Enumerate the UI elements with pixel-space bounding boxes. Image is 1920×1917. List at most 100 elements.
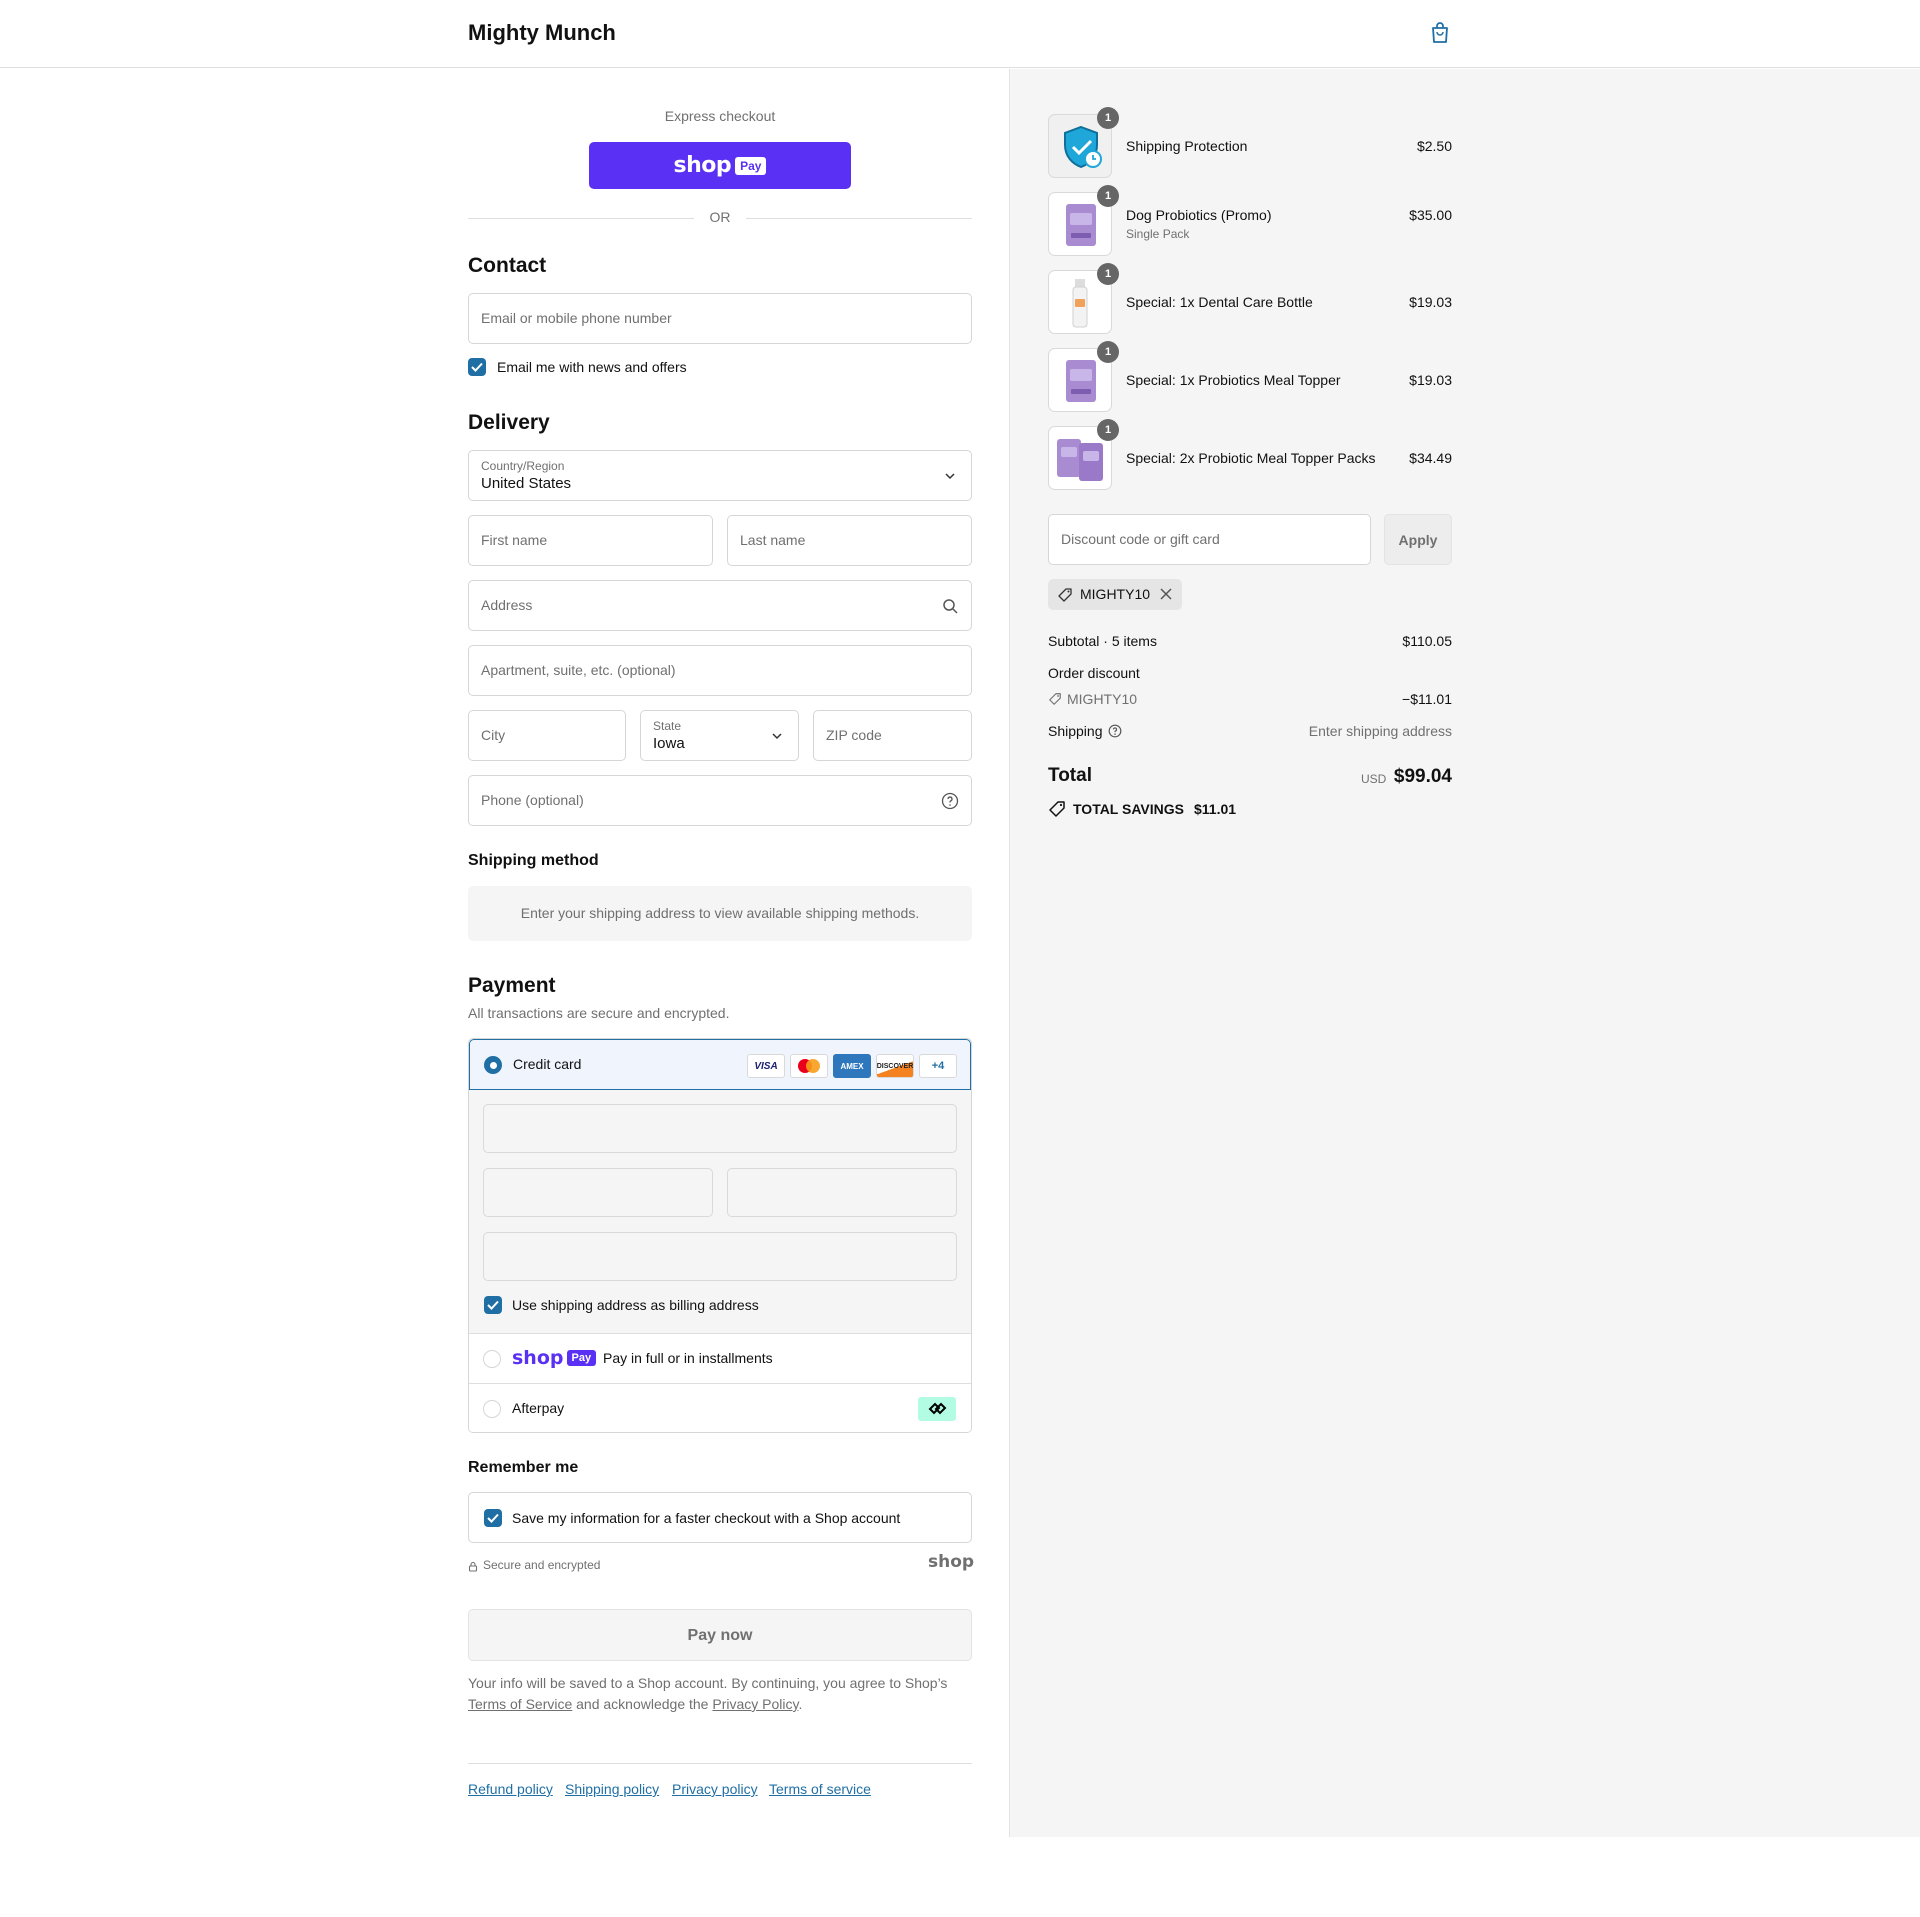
discount-placeholder: Discount code or gift card [1061,531,1220,547]
card-name-field[interactable] [483,1232,957,1281]
checkmark-icon [471,362,483,372]
dental-bottle-image: 1 [1048,263,1119,334]
first-name-field[interactable]: First name [468,515,713,566]
shop-pay-logo-word: shop [673,153,732,178]
shipping-label: Shipping [1048,723,1103,739]
quantity-badge: 1 [1097,107,1119,129]
order-discount-row: Order discount [1048,665,1452,681]
card-cvv-field[interactable] [727,1168,957,1217]
shopping-bag-icon[interactable] [1428,20,1452,46]
payment-subtitle: All transactions are secure and encrypte… [468,1005,730,1021]
country-select[interactable]: Country/Region United States [468,450,972,501]
email-field[interactable]: Email or mobile phone number [468,293,972,344]
item-price: $2.50 [1416,138,1452,154]
credit-card-label: Credit card [513,1056,582,1072]
item-price: $35.00 [1409,207,1452,223]
shop-pay-logo: shop Pay [512,1347,597,1369]
item-name: Dog Probiotics (Promo) [1126,207,1272,223]
zip-placeholder: ZIP code [826,727,882,743]
visa-icon: VISA [747,1054,785,1078]
shipping-method-note: Enter your shipping address to view avai… [468,886,972,941]
zip-field[interactable]: ZIP code [813,710,972,761]
credit-card-option[interactable]: Credit card VISA AMEX DISCOVER +4 [469,1039,971,1090]
item-name: Special: 2x Probiotic Meal Topper Packs [1126,450,1376,466]
city-field[interactable]: City [468,710,626,761]
delivery-heading: Delivery [468,411,550,434]
card-expiry-field[interactable] [483,1168,713,1217]
shop-privacy-link[interactable]: Privacy Policy [712,1696,798,1712]
address-field[interactable]: Address [468,580,972,631]
shop-pay-logo-word: shop [512,1347,564,1369]
quantity-badge: 1 [1097,185,1119,207]
country-value: United States [481,475,572,492]
legal-text-2: and acknowledge the [576,1696,709,1712]
apply-button[interactable]: Apply [1384,514,1452,565]
checkmark-icon [487,1300,499,1310]
shop-pay-label: Pay in full or in installments [603,1350,773,1366]
item-name: Shipping Protection [1126,138,1248,154]
state-label: State [653,719,682,733]
city-placeholder: City [481,727,506,743]
line-item: 1 Dog Probiotics (Promo) Single Pack $35… [1048,185,1452,256]
quantity-badge: 1 [1097,341,1119,363]
privacy-policy-link[interactable]: Privacy policy [672,1781,758,1797]
close-icon[interactable] [1159,587,1173,604]
discount-code-label: MIGHTY10 [1067,691,1138,707]
afterpay-radio[interactable] [483,1400,501,1418]
shipping-value: Enter shipping address [1308,723,1452,739]
chevron-down-icon [941,467,959,485]
last-name-field[interactable]: Last name [727,515,972,566]
card-number-field[interactable] [483,1104,957,1153]
help-circle-icon[interactable] [1108,724,1122,741]
phone-field[interactable]: Phone (optional) [468,775,972,826]
credit-card-form: Use shipping address as billing address [469,1090,971,1333]
applied-discount-chip: MIGHTY10 [1048,579,1182,610]
probiotics-pouch-image: 1 [1048,185,1119,256]
shipping-method-heading: Shipping method [468,852,599,869]
billing-same-checkbox[interactable] [484,1296,502,1314]
save-info-checkbox[interactable] [484,1509,502,1527]
more-cards-badge: +4 [919,1054,957,1078]
order-summary-panel [1009,69,1920,1837]
shop-pay-radio[interactable] [483,1350,501,1368]
quantity-badge: 1 [1097,263,1119,285]
discount-code-field[interactable]: Discount code or gift card [1048,514,1371,565]
country-label: Country/Region [481,459,565,473]
credit-card-radio[interactable] [484,1056,502,1074]
shop-pay-option[interactable]: shop Pay Pay in full or in installments [469,1333,971,1384]
store-name[interactable]: Mighty Munch [468,20,616,46]
item-variant: Single Pack [1126,227,1190,241]
help-circle-icon[interactable] [941,792,959,810]
checkmark-icon [487,1513,499,1523]
shipping-row: Shipping Enter shipping address [1048,723,1452,739]
item-price: $19.03 [1409,372,1452,388]
afterpay-option[interactable]: Afterpay [469,1383,971,1432]
tag-icon [1048,692,1062,709]
shop-terms-link[interactable]: Terms of Service [468,1696,572,1712]
terms-of-service-link[interactable]: Terms of service [769,1781,871,1797]
shop-pay-express-button[interactable]: shop Pay [589,142,851,189]
express-checkout-label: Express checkout [664,108,776,124]
item-price: $34.49 [1409,450,1452,466]
refund-policy-link[interactable]: Refund policy [468,1781,553,1797]
meal-topper-pouch-image: 1 [1048,341,1119,412]
remember-me-box: Save my information for a faster checkou… [468,1492,972,1543]
news-checkbox-label: Email me with news and offers [497,359,687,375]
apartment-field[interactable]: Apartment, suite, etc. (optional) [468,645,972,696]
footer-divider [468,1763,972,1764]
apartment-placeholder: Apartment, suite, etc. (optional) [481,662,676,678]
pay-now-button[interactable]: Pay now [468,1609,972,1661]
legal-text: Your info will be saved to a Shop accoun… [468,1673,972,1715]
afterpay-label: Afterpay [512,1400,565,1416]
meal-topper-two-pack-image: 1 [1048,419,1119,490]
line-item: 1 Shipping Protection $2.50 [1048,107,1452,178]
shipping-policy-link[interactable]: Shipping policy [565,1781,659,1797]
secure-text: Secure and encrypted [483,1558,601,1572]
total-savings-label: TOTAL SAVINGS [1073,801,1184,817]
currency-code: USD [1361,772,1387,786]
news-checkbox[interactable] [468,358,486,376]
state-select[interactable]: State Iowa [640,710,799,761]
or-divider: OR [468,209,972,227]
contact-heading: Contact [468,254,547,277]
legal-text-1: Your info will be saved to a Shop accoun… [468,1675,948,1691]
